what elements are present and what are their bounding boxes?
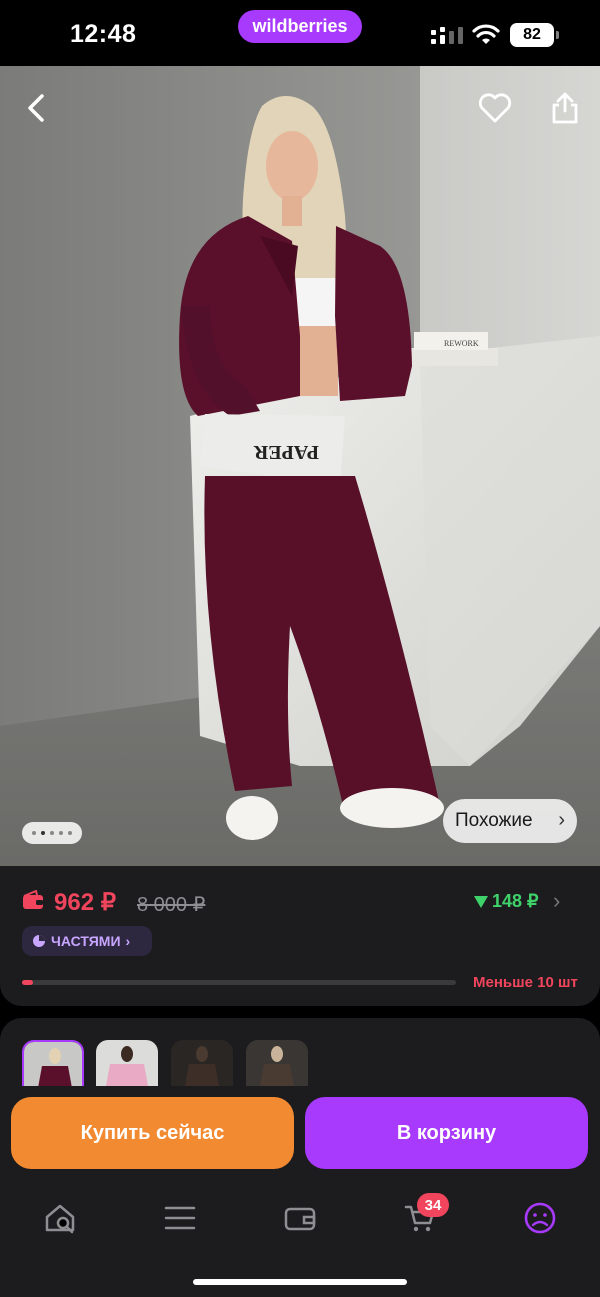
add-to-cart-button[interactable]: В корзину [305,1097,588,1169]
variant-thumb-burgundy[interactable] [22,1040,84,1086]
heart-icon [478,93,512,123]
back-button[interactable] [14,86,58,130]
stock-text: Меньше 10 шт [473,974,578,991]
tab-wallet[interactable] [280,1198,320,1238]
chevron-right-icon: › [125,933,131,949]
product-photo[interactable]: REWORK PAPER Похожие › [0,66,600,866]
profile-icon [524,1202,556,1234]
wallet-icon [23,890,43,909]
price-card: 962 ₽ 8 000 ₽ 148 ₽ › ЧАСТЯМИ › Меньше 1… [0,866,600,1006]
chevron-right-icon[interactable]: › [553,888,560,914]
wifi-icon [472,24,500,44]
favorite-button[interactable] [473,86,517,130]
variant-thumb-brown[interactable] [246,1040,308,1086]
gallery-pager [22,822,82,844]
home-indicator [193,1279,407,1285]
tab-profile[interactable] [520,1198,560,1238]
home-search-icon [45,1204,75,1234]
buy-now-button[interactable]: Купить сейчас [11,1097,294,1169]
product-screen: 12:48 wildberries 82 REWORK PAPER Похожи… [0,0,600,1297]
share-button[interactable] [543,86,587,130]
share-icon [552,92,578,124]
current-price: 962 ₽ [54,889,116,916]
variant-thumb-dark[interactable] [171,1040,233,1086]
pie-chart-icon [33,935,45,947]
catalog-icon [164,1206,196,1230]
brand-pill: wildberries [238,10,362,43]
triangle-down-icon [474,895,488,908]
similar-label: Похожие [455,810,533,831]
signal-icon [431,27,463,44]
chevron-right-icon: › [558,809,565,831]
variant-thumb-pink[interactable] [96,1040,158,1086]
status-bar: 12:48 wildberries 82 [0,0,600,66]
stock-progress-fill [22,980,33,985]
stock-progress [22,980,456,985]
wallet-icon [284,1207,316,1231]
cashback[interactable]: 148 ₽ [474,891,539,912]
cashback-value: 148 ₽ [492,891,539,911]
installments-button[interactable]: ЧАСТЯМИ › [22,926,152,956]
tab-home[interactable] [40,1198,80,1238]
similar-button[interactable]: Похожие › [443,799,577,843]
tab-catalog[interactable] [160,1198,200,1238]
chevron-left-icon [28,94,44,122]
battery-tip [556,31,559,39]
status-time: 12:48 [70,20,137,48]
newspaper-title: PAPER [253,441,319,463]
installments-label: ЧАСТЯМИ [51,933,121,949]
book-title: REWORK [444,339,479,348]
product-photo-scene: REWORK PAPER [0,66,600,866]
cart-badge: 34 [417,1193,449,1217]
old-price: 8 000 ₽ [137,894,206,916]
battery-indicator: 82 [510,23,554,47]
